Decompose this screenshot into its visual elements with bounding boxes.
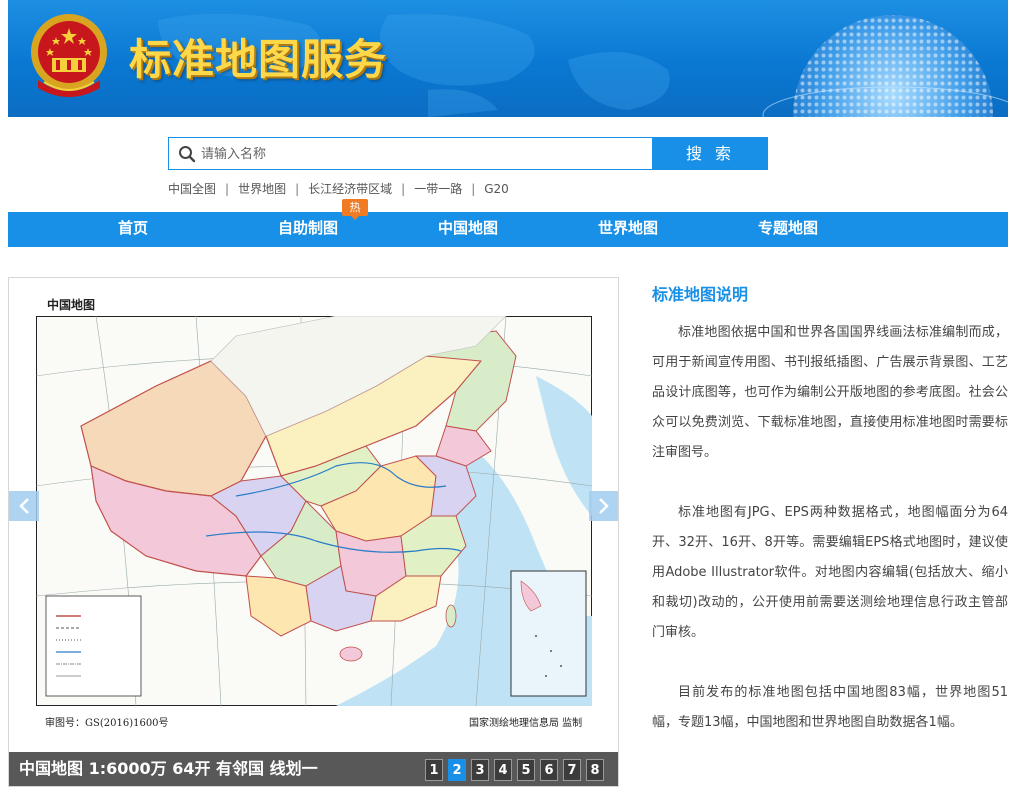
nav-item-thematic-map[interactable]: 专题地图 [758,212,818,247]
map-publisher: 国家测绘地理信息局 监制 [469,718,583,729]
chevron-left-icon [19,498,29,514]
quick-link-world-map[interactable]: 世界地图 [238,182,286,196]
description-title: 标准地图说明 [652,285,749,304]
pager-page-2[interactable]: 2 [448,759,466,781]
nav-item-world-map[interactable]: 世界地图 [598,212,658,247]
link-separator: | [401,182,406,196]
map-preview[interactable]: 中国地图 审图号：GS(2016)1600号 国家测绘地理信息局 监制 [9,278,618,752]
pager-page-6[interactable]: 6 [540,759,558,781]
chevron-right-icon [599,498,609,514]
search-input[interactable] [199,141,643,168]
map-slider: 中国地图 审图号：GS(2016)1600号 国家测绘地理信息局 监制 中国地图… [8,277,619,787]
pager-page-8[interactable]: 8 [586,759,604,781]
pager-page-3[interactable]: 3 [471,759,489,781]
map-approval-number: 审图号：GS(2016)1600号 [45,718,169,729]
quick-link-china-map[interactable]: 中国全图 [168,182,216,196]
link-separator: | [225,182,230,196]
search-button[interactable]: 搜 索 [653,137,768,170]
hot-badge: 热 [342,199,368,220]
quick-link-belt-and-road[interactable]: 一带一路 [414,182,462,196]
pager-page-4[interactable]: 4 [494,759,512,781]
link-separator: | [295,182,300,196]
pager-page-5[interactable]: 5 [517,759,535,781]
description-body: 标准地图依据中国和世界各国国界线画法标准编制而成，可用于新闻宣传用图、书刊报纸插… [652,318,1008,738]
slider-prev-button[interactable] [9,491,39,521]
globe-graphic [762,15,1008,117]
description-paragraph: 标准地图依据中国和世界各国国界线画法标准编制而成，可用于新闻宣传用图、书刊报纸插… [652,325,1008,460]
site-title: 标准地图服务 [129,35,388,84]
quick-links: 中国全图 | 世界地图 | 长江经济带区域 | 一带一路 | G20 [168,180,509,197]
pager-page-7[interactable]: 7 [563,759,581,781]
nav-item-custom-mapping[interactable]: 自助制图 [278,212,338,247]
china-map-image [36,316,592,706]
slide-caption-bar: 中国地图 1:6000万 64开 有邻国 线划一 1 2 3 4 5 6 7 8 [9,752,618,786]
description-paragraph: 目前发布的标准地图包括中国地图83幅，世界地图51幅，专题13幅，中国地图和世界… [652,685,1008,730]
link-separator: | [471,182,476,196]
national-emblem-logo [31,14,107,97]
search-icon [179,146,196,163]
header-banner: 标准地图服务 [8,0,1008,117]
nav-item-home[interactable]: 首页 [118,212,148,247]
map-preview-title: 中国地图 [47,298,96,312]
main-nav: 首页 自助制图 中国地图 世界地图 专题地图 [8,212,1008,247]
nav-item-china-map[interactable]: 中国地图 [438,212,498,247]
slide-caption: 中国地图 1:6000万 64开 有邻国 线划一 [19,759,318,778]
pager-page-1[interactable]: 1 [425,759,443,781]
slider-next-button[interactable] [589,491,618,521]
quick-link-yangtze-belt[interactable]: 长江经济带区域 [308,182,392,196]
quick-link-g20[interactable]: G20 [484,182,509,196]
search-box [168,137,653,170]
description-paragraph: 标准地图有JPG、EPS两种数据格式，地图幅面分为64开、32开、16开、8开等… [652,505,1008,640]
